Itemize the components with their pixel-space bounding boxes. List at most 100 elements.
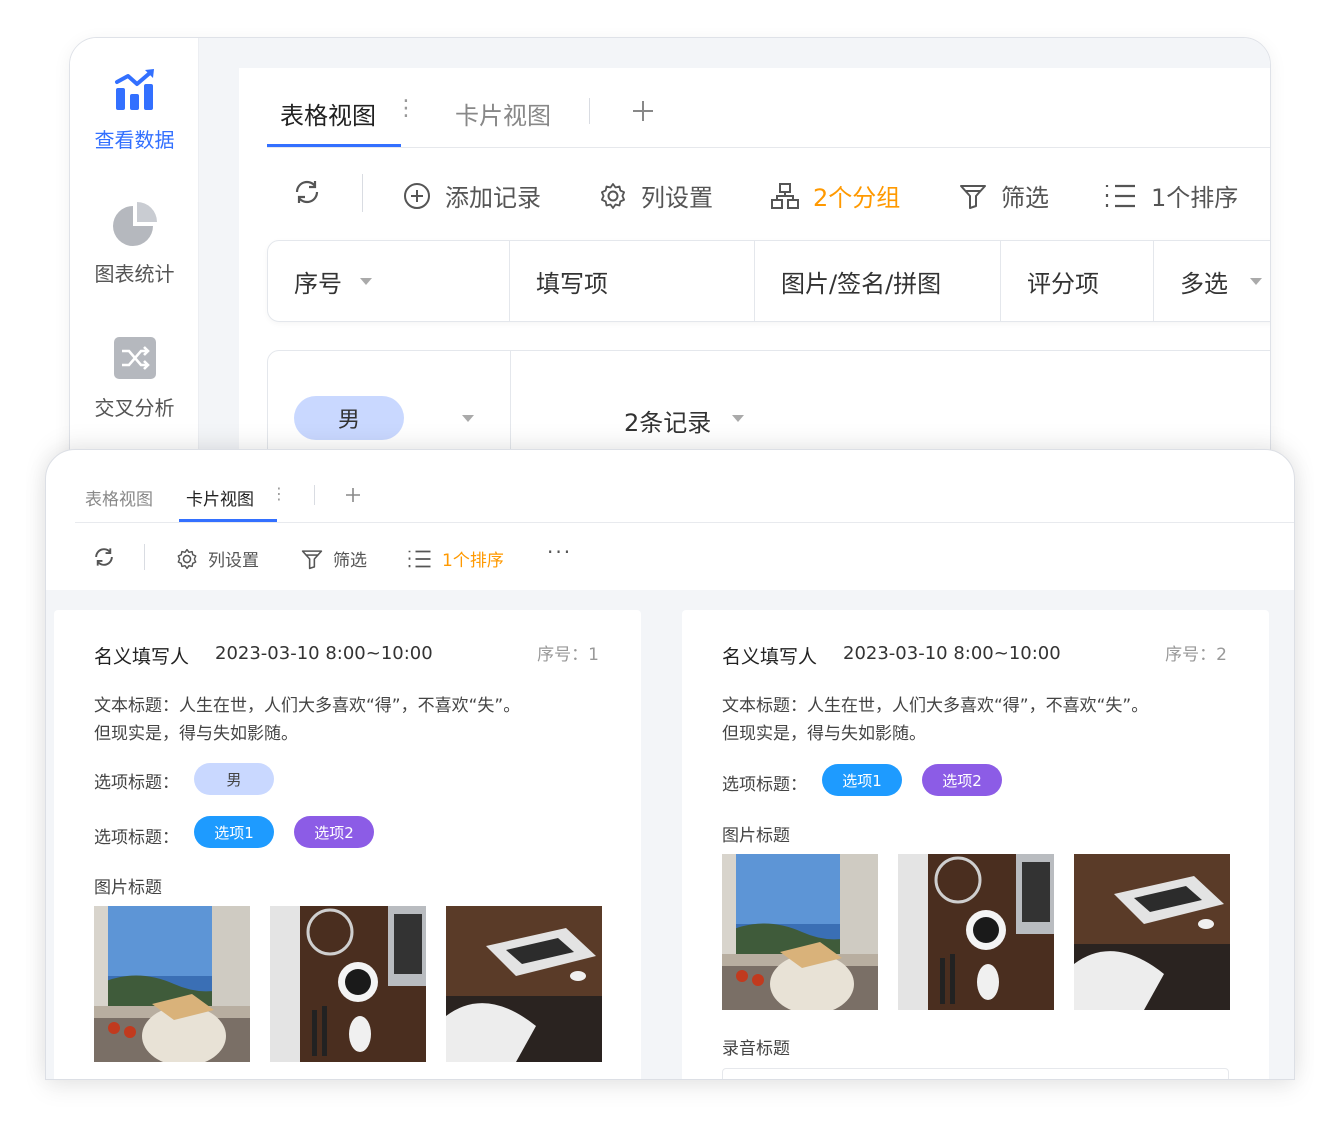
add-tab-icon[interactable] <box>632 100 654 122</box>
column-header-seq[interactable]: 序号 <box>268 241 510 321</box>
active-tab-indicator <box>179 519 277 522</box>
sidebar-item-view-data[interactable]: 查看数据 <box>70 68 199 153</box>
text-line: 文本标题：人生在世，人们大多喜欢“得”，不喜欢“失”。 <box>722 696 1149 716</box>
chevron-down-icon[interactable] <box>732 415 744 422</box>
column-settings-button[interactable]: 列设置 <box>176 546 259 571</box>
chevron-down-icon[interactable] <box>360 277 372 285</box>
main-area: 表格视图 ⋮ 卡片视图 添加记录 列设置 2个分组 筛选 1个排序 序号 填写项… <box>199 38 1270 506</box>
sort-list-icon <box>408 550 431 567</box>
audio-player[interactable] <box>722 1068 1229 1079</box>
divider <box>589 98 590 124</box>
option-label: 选项标题： <box>94 828 179 848</box>
option-label: 选项标题： <box>722 775 807 795</box>
bar-chart-icon <box>114 69 154 110</box>
refresh-button[interactable] <box>293 178 335 206</box>
sort-label: 1个排序 <box>442 551 504 571</box>
tab-card-view[interactable]: 卡片视图 <box>455 96 551 131</box>
shuffle-icon <box>113 337 156 379</box>
tab-card-view[interactable]: 卡片视图 <box>186 485 254 510</box>
record-card[interactable]: 名义填写人 2023-03-10 8:00~10:00 序号：1 文本标题：人生… <box>54 610 641 1079</box>
record-count: 2条记录 <box>624 409 712 437</box>
chevron-down-icon[interactable] <box>1250 277 1262 285</box>
group-tag: 男 <box>294 396 404 440</box>
record-card[interactable]: 名义填写人 2023-03-10 8:00~10:00 序号：2 文本标题：人生… <box>682 610 1269 1079</box>
text-line: 但现实是，得与失如影随。 <box>94 724 298 744</box>
column-settings-button[interactable]: 列设置 <box>599 178 713 213</box>
filter-label: 筛选 <box>1001 184 1049 212</box>
photo-window-reader[interactable] <box>94 906 250 1062</box>
divider <box>314 485 315 505</box>
column-header-multi-select[interactable]: 多选 <box>1154 241 1270 321</box>
gear-icon <box>177 548 197 569</box>
option-tag: 男 <box>194 763 274 795</box>
column-header-label: 序号 <box>294 269 342 298</box>
more-vertical-icon[interactable]: ⋮ <box>395 96 417 121</box>
filter-icon <box>960 184 986 209</box>
column-header-label: 填写项 <box>536 269 608 298</box>
gear-icon <box>601 182 625 209</box>
column-header-fill-item[interactable]: 填写项 <box>510 241 755 321</box>
card-view-window: 表格视图 卡片视图 ⋮ 列设置 筛选 1个排序 ··· 名义填写人 2023-0… <box>45 449 1295 1080</box>
column-header-label: 多选 <box>1180 269 1228 298</box>
respondent-name: 名义填写人 <box>94 646 190 668</box>
text-line: 文本标题：人生在世，人们大多喜欢“得”，不喜欢“失”。 <box>94 696 521 716</box>
refresh-button[interactable] <box>93 546 125 568</box>
toolbar: 添加记录 列设置 2个分组 筛选 1个排序 <box>267 148 1270 240</box>
refresh-icon <box>95 548 113 566</box>
pie-chart-icon <box>112 202 157 246</box>
photo-desk-coffee[interactable] <box>898 854 1054 1010</box>
option-tag: 选项2 <box>294 816 374 848</box>
card-list: 名义填写人 2023-03-10 8:00~10:00 序号：1 文本标题：人生… <box>46 590 1294 1079</box>
tab-table-view[interactable]: 表格视图 <box>280 96 376 131</box>
filter-label: 筛选 <box>333 551 367 571</box>
image-label: 图片标题 <box>722 826 790 846</box>
group-label: 2个分组 <box>813 184 901 212</box>
sort-list-icon <box>1105 184 1135 207</box>
table-panel: 表格视图 ⋮ 卡片视图 添加记录 列设置 2个分组 筛选 1个排序 序号 填写项… <box>239 68 1270 506</box>
fill-time: 2023-03-10 8:00~10:00 <box>215 643 433 664</box>
filter-button[interactable]: 筛选 <box>959 178 1049 213</box>
column-header-label: 评分项 <box>1027 269 1099 298</box>
sequence-number: 序号：1 <box>537 645 599 665</box>
filter-icon <box>301 549 323 569</box>
table-header: 序号 填写项 图片/签名/拼图 评分项 多选 <box>267 240 1270 322</box>
chevron-down-icon[interactable] <box>462 415 474 422</box>
refresh-icon <box>295 180 319 204</box>
column-header-rating[interactable]: 评分项 <box>1001 241 1154 321</box>
add-record-button[interactable]: 添加记录 <box>403 178 541 213</box>
column-header-image[interactable]: 图片/签名/拼图 <box>755 241 1001 321</box>
column-settings-label: 列设置 <box>641 184 713 212</box>
sequence-number: 序号：2 <box>1165 645 1227 665</box>
add-tab-icon[interactable] <box>345 487 361 503</box>
sidebar: 查看数据 图表统计 交叉分析 <box>70 38 199 506</box>
option-tag: 选项1 <box>822 764 902 796</box>
filter-button[interactable]: 筛选 <box>301 546 367 571</box>
sidebar-item-cross-analysis[interactable]: 交叉分析 <box>70 336 199 421</box>
option-tag: 选项1 <box>194 816 274 848</box>
photo-laptop-chair[interactable] <box>1074 854 1230 1010</box>
more-vertical-icon[interactable]: ⋮ <box>271 484 287 503</box>
sidebar-item-label: 图表统计 <box>94 262 175 286</box>
view-tabs: 表格视图 ⋮ 卡片视图 <box>267 68 1270 148</box>
group-button[interactable]: 2个分组 <box>771 178 900 213</box>
option-tag: 选项2 <box>922 764 1002 796</box>
table-view-window: 查看数据 图表统计 交叉分析 表格视图 ⋮ 卡片视图 添加记录 列设置 2个分组… <box>69 37 1271 507</box>
sidebar-item-label: 查看数据 <box>94 128 175 152</box>
column-header-label: 图片/签名/拼图 <box>781 269 942 298</box>
add-record-label: 添加记录 <box>445 184 541 212</box>
sort-button[interactable]: 1个排序 <box>1105 178 1238 213</box>
image-label: 图片标题 <box>94 878 162 898</box>
text-field: 文本标题：人生在世，人们大多喜欢“得”，不喜欢“失”。 但现实是，得与失如影随。 <box>722 692 1232 748</box>
sidebar-item-chart-stats[interactable]: 图表统计 <box>70 202 199 287</box>
tab-table-view[interactable]: 表格视图 <box>85 485 153 510</box>
photo-laptop-chair[interactable] <box>446 906 602 1062</box>
text-line: 但现实是，得与失如影随。 <box>722 724 926 744</box>
add-circle-icon <box>404 182 430 209</box>
toolbar: 列设置 筛选 1个排序 ··· <box>75 524 1294 588</box>
photo-window-reader[interactable] <box>722 854 878 1010</box>
more-horizontal-icon[interactable]: ··· <box>547 540 572 564</box>
photo-desk-coffee[interactable] <box>270 906 426 1062</box>
sort-label: 1个排序 <box>1151 184 1239 212</box>
view-tabs: 表格视图 卡片视图 ⋮ <box>75 450 1294 523</box>
sort-button[interactable]: 1个排序 <box>408 546 504 571</box>
